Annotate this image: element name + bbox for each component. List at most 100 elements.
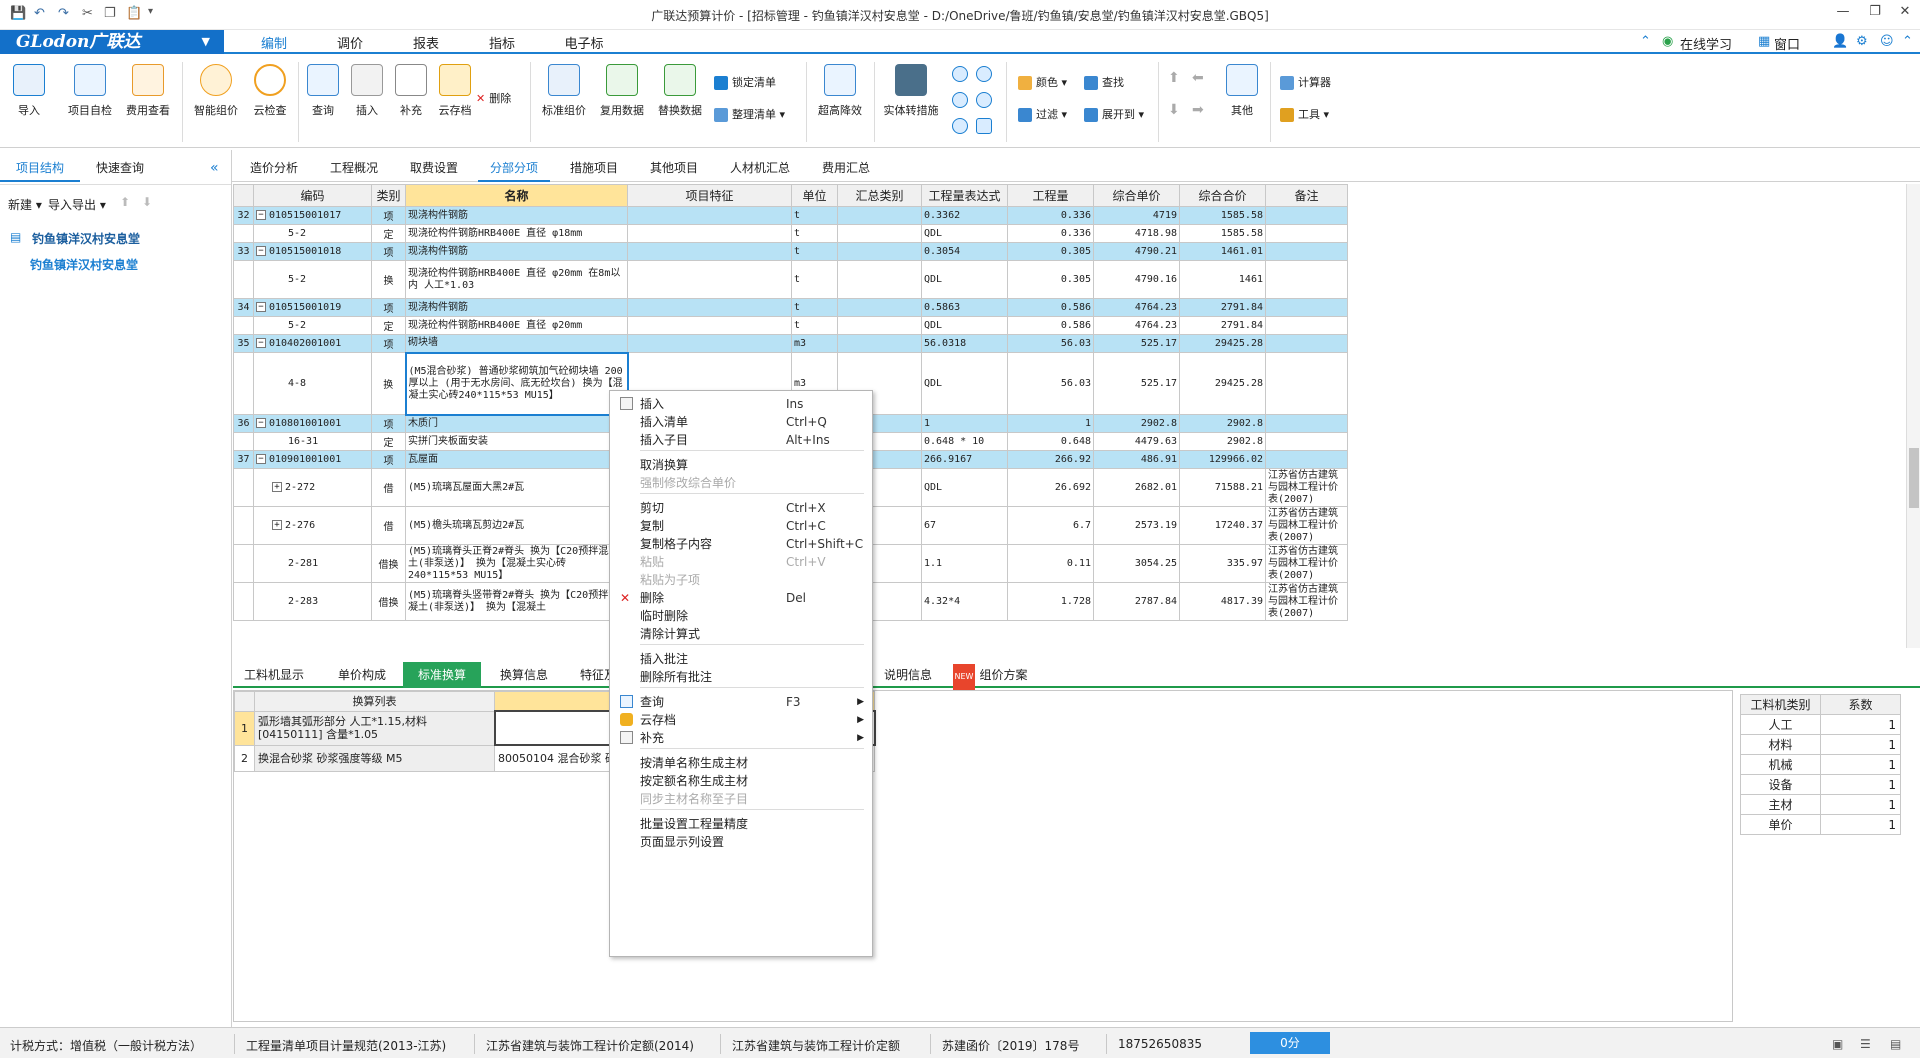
- row-qty-expr[interactable]: 0.3362: [921, 206, 1008, 225]
- col-header-name[interactable]: 名称: [405, 184, 628, 207]
- row-unit-price[interactable]: 4790.21: [1093, 242, 1180, 261]
- circle-button-4[interactable]: [976, 92, 992, 108]
- row-name[interactable]: (M5)檐头琉璃瓦剪边2#瓦: [405, 506, 628, 545]
- row-qty-expr[interactable]: 0.5863: [921, 298, 1008, 317]
- row-qty-expr[interactable]: 0.648 * 10: [921, 432, 1008, 451]
- row-qty[interactable]: 0.305: [1007, 260, 1094, 299]
- row-code[interactable]: 4-8: [253, 352, 372, 415]
- coef-value[interactable]: 1: [1820, 794, 1901, 815]
- row-summary-type[interactable]: [837, 224, 922, 243]
- row-feature[interactable]: [627, 242, 792, 261]
- row-summary-type[interactable]: [837, 206, 922, 225]
- row-type[interactable]: 换: [371, 260, 406, 299]
- row-qty[interactable]: 0.648: [1007, 432, 1094, 451]
- row-unit-price[interactable]: 4718.98: [1093, 224, 1180, 243]
- row-remark[interactable]: [1265, 414, 1348, 433]
- row-type[interactable]: 定: [371, 224, 406, 243]
- tab-measure-items[interactable]: 措施项目: [558, 156, 630, 182]
- row-code[interactable]: −010515001019: [253, 298, 372, 317]
- col-header-unit-price[interactable]: 综合单价: [1093, 184, 1180, 207]
- organize-list-button[interactable]: 整理清单 ▾: [714, 106, 785, 124]
- row-name[interactable]: (M5)琉璃脊头正脊2#脊头 换为【C20预拌混凝土(非泵送)】 换为【混凝土实…: [405, 544, 628, 583]
- smart-price-button[interactable]: 智能组价: [190, 64, 242, 118]
- row-remark[interactable]: [1265, 432, 1348, 451]
- row-qty-expr[interactable]: 67: [921, 506, 1008, 545]
- supplement-button[interactable]: 补充: [390, 64, 432, 118]
- row-qty-expr[interactable]: 1.1: [921, 544, 1008, 583]
- import-export-button[interactable]: 导入导出 ▾: [48, 196, 106, 213]
- calculator-button[interactable]: 计算器: [1280, 74, 1331, 92]
- online-learning-icon[interactable]: ◉: [1662, 34, 1673, 49]
- row-total[interactable]: 2791.84: [1179, 298, 1266, 317]
- row-feature[interactable]: [627, 316, 792, 335]
- row-remark[interactable]: [1265, 316, 1348, 335]
- quota-row[interactable]: 5-2 定现浇砼构件钢筋HRB400E 直径 φ20mm t QDL 0.586 4764…: [233, 316, 1348, 335]
- cloud-check-button[interactable]: 云检查: [248, 64, 292, 118]
- row-feature[interactable]: [627, 334, 792, 353]
- tab-labor-material-summary[interactable]: 人材机汇总: [718, 156, 802, 182]
- user-icon[interactable]: 👤: [1832, 34, 1848, 49]
- row-remark[interactable]: 江苏省仿古建筑与园林工程计价表(2007): [1265, 582, 1348, 621]
- row-remark[interactable]: 江苏省仿古建筑与园林工程计价表(2007): [1265, 506, 1348, 545]
- row-summary-type[interactable]: [837, 334, 922, 353]
- row-unit-price[interactable]: 4719: [1093, 206, 1180, 225]
- collapse-panel-icon[interactable]: «: [210, 160, 219, 176]
- row-code[interactable]: +2-276: [253, 506, 372, 545]
- row-unit-price[interactable]: 4790.16: [1093, 260, 1180, 299]
- row-type[interactable]: 借: [371, 468, 406, 507]
- context-menu-item[interactable]: 页面显示列设置: [610, 831, 872, 853]
- delete-button[interactable]: ✕ 删除: [476, 90, 511, 108]
- row-total[interactable]: 1461: [1179, 260, 1266, 299]
- row-remark[interactable]: [1265, 334, 1348, 353]
- row-type[interactable]: 项: [371, 414, 406, 433]
- row-unit-price[interactable]: 2682.01: [1093, 468, 1180, 507]
- circle-button-3[interactable]: [952, 92, 968, 108]
- context-menu-item[interactable]: 清除计算式: [610, 623, 872, 645]
- tree-root[interactable]: 钓鱼镇洋汉村安息堂: [32, 230, 140, 247]
- row-remark[interactable]: [1265, 206, 1348, 225]
- bill-row[interactable]: 33−010515001018 项现浇构件钢筋 t 0.3054 0.305 4790.2…: [233, 242, 1348, 261]
- row-feature[interactable]: [627, 260, 792, 299]
- row-name[interactable]: 现浇构件钢筋: [405, 206, 628, 225]
- tab-cost-analysis[interactable]: 造价分析: [238, 156, 310, 182]
- circle-button-5[interactable]: [952, 118, 968, 134]
- row-unit[interactable]: t: [791, 260, 838, 299]
- row-total[interactable]: 17240.37: [1179, 506, 1266, 545]
- row-qty-expr[interactable]: 56.0318: [921, 334, 1008, 353]
- row-qty[interactable]: 0.336: [1007, 224, 1094, 243]
- tab-fee-settings[interactable]: 取费设置: [398, 156, 470, 182]
- color-button[interactable]: 颜色 ▾: [1018, 74, 1067, 92]
- scrollbar-thumb[interactable]: [1909, 448, 1919, 508]
- cloud-archive-button[interactable]: 云存档: [432, 64, 478, 118]
- window-menu-button[interactable]: 窗口: [1774, 34, 1800, 53]
- row-type[interactable]: 项: [371, 450, 406, 469]
- cost-view-button[interactable]: 费用查看: [124, 64, 172, 118]
- row-qty[interactable]: 0.586: [1007, 316, 1094, 335]
- row-name[interactable]: 现浇砼构件钢筋HRB400E 直径 φ18mm: [405, 224, 628, 243]
- row-name[interactable]: 实拼门夹板面安装: [405, 432, 628, 451]
- col-header-remark[interactable]: 备注: [1265, 184, 1348, 207]
- menu-tab-adjust-price[interactable]: 调价: [320, 33, 380, 52]
- row-qty-expr[interactable]: QDL: [921, 352, 1008, 415]
- quota-row[interactable]: 5-2 换现浇砼构件钢筋HRB400E 直径 φ20mm 在8m以内 人工*1.0…: [233, 260, 1348, 299]
- row-summary-type[interactable]: [837, 316, 922, 335]
- insert-button[interactable]: 插入: [346, 64, 388, 118]
- collapse-row-icon[interactable]: −: [256, 338, 266, 348]
- tab-quick-query[interactable]: 快速查询: [84, 154, 156, 182]
- row-feature[interactable]: [627, 224, 792, 243]
- row-total[interactable]: 71588.21: [1179, 468, 1266, 507]
- row-qty-expr[interactable]: 1: [921, 414, 1008, 433]
- row-code[interactable]: 2-281: [253, 544, 372, 583]
- row-unit-price[interactable]: 4764.23: [1093, 316, 1180, 335]
- bill-row[interactable]: 32−010515001017 项现浇构件钢筋 t 0.3362 0.336 4719 15…: [233, 206, 1348, 225]
- row-unit-price[interactable]: 4479.63: [1093, 432, 1180, 451]
- lock-list-button[interactable]: 锁定清单: [714, 74, 776, 92]
- entity-to-measure-button[interactable]: 实体转措施: [880, 64, 942, 118]
- row-unit-price[interactable]: 525.17: [1093, 352, 1180, 415]
- row-remark[interactable]: 江苏省仿古建筑与园林工程计价表(2007): [1265, 544, 1348, 583]
- row-unit-price[interactable]: 2902.8: [1093, 414, 1180, 433]
- col-header-type[interactable]: 类别: [371, 184, 406, 207]
- col-header-code[interactable]: 编码: [253, 184, 372, 207]
- row-qty[interactable]: 6.7: [1007, 506, 1094, 545]
- row-qty-expr[interactable]: 266.9167: [921, 450, 1008, 469]
